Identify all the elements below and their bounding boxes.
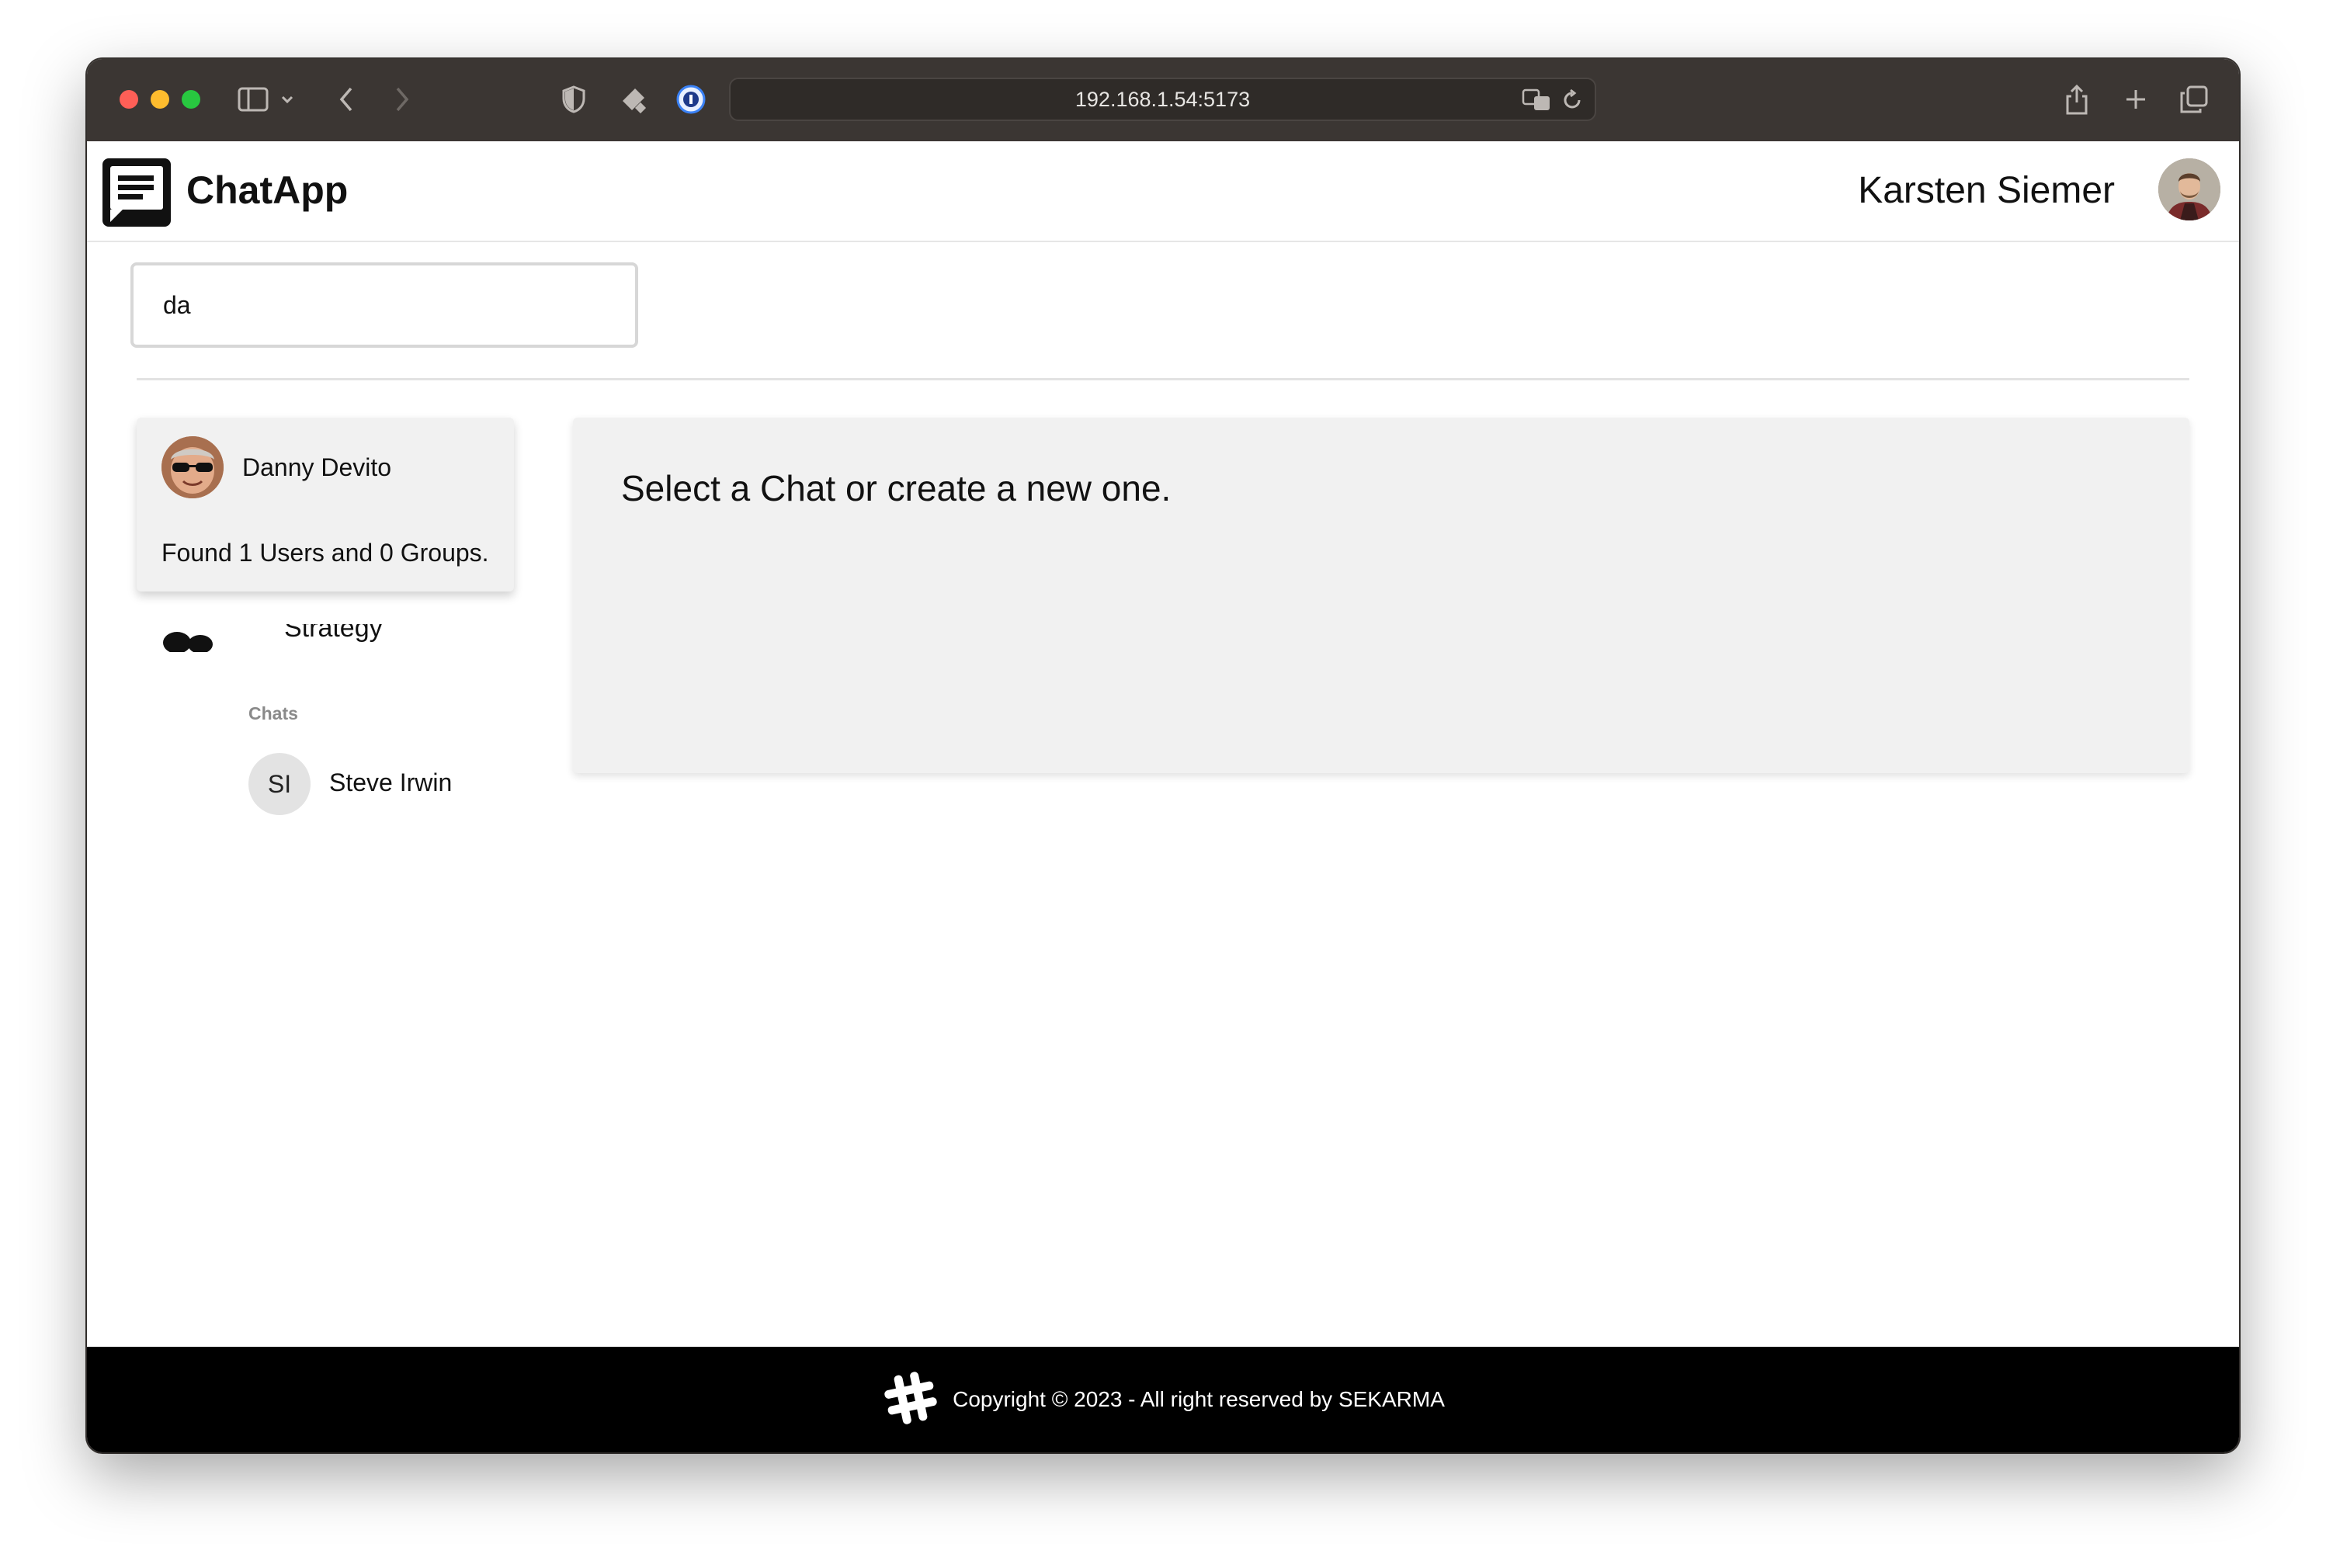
search-input[interactable] [130,262,638,348]
translate-icon[interactable] [1522,88,1551,116]
current-user-name: Karsten Siemer [1858,170,2115,211]
app-header: ChatApp Karsten Siemer [87,141,2239,242]
app-title[interactable]: ChatApp [186,168,348,213]
empty-state-message: Select a Chat or create a new one. [621,468,1172,508]
hashtag-logo-icon [881,1369,940,1431]
address-bar[interactable]: 192.168.1.54:5173 [729,78,1596,121]
copyright-text: Copyright © 2023 - All right reserved by… [953,1387,1445,1411]
privacy-shield-icon[interactable] [562,82,585,116]
divider [137,378,2189,380]
result-user-avatar [161,436,224,498]
browser-toolbar: 192.168.1.54:5173 [87,59,2239,141]
zoom-window-button[interactable] [182,90,200,109]
sidebar-toggle-icon[interactable] [238,82,269,116]
share-icon[interactable] [2065,82,2088,116]
result-user-name: Danny Devito [242,453,392,481]
extension-icon[interactable] [618,82,649,116]
new-tab-icon[interactable] [2124,82,2147,116]
search-result-user[interactable]: Danny Devito [161,436,503,500]
tab-overview-icon[interactable] [2180,82,2208,116]
chat-main-panel: Select a Chat or create a new one. [573,418,2189,773]
browser-window: 192.168.1.54:5173 ChatApp Karsten Siemer… [87,59,2239,1452]
sidebar-group-label: Strategy [284,624,383,643]
user-avatar[interactable] [2158,158,2220,220]
url-text: 192.168.1.54:5173 [1074,87,1251,111]
footer: Copyright © 2023 - All right reserved by… [87,1347,2239,1452]
chevron-down-icon[interactable] [279,82,295,116]
sidebar-chat-item[interactable]: SI Steve Irwin [248,753,602,818]
sidebar-group-item[interactable]: Strategy [137,624,516,655]
chat-logo-icon[interactable] [99,155,174,230]
reload-icon[interactable] [1561,88,1584,116]
search-results-summary: Found 1 Users and 0 Groups. [161,539,489,567]
search-results-dropdown: Danny Devito Found 1 Users and 0 Groups. [137,418,514,591]
minimize-window-button[interactable] [151,90,169,109]
chat-name: Steve Irwin [329,768,453,796]
group-icon [161,624,216,655]
back-icon[interactable] [337,82,356,116]
close-window-button[interactable] [120,90,138,109]
chats-section-label: Chats [248,703,298,723]
forward-icon[interactable] [393,82,411,116]
chat-avatar-initials: SI [248,753,311,815]
password-manager-icon[interactable] [675,82,706,116]
